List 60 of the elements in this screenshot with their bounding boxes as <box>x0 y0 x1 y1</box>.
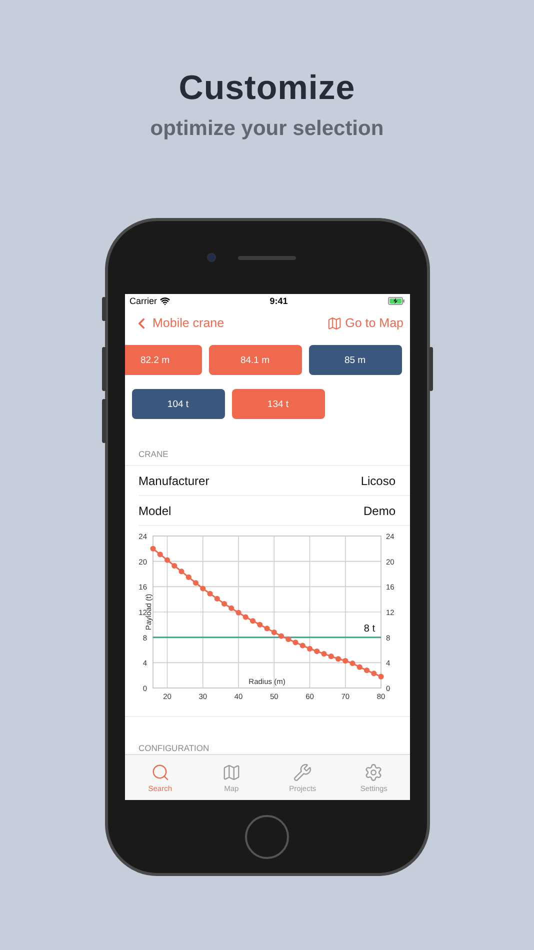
point <box>249 618 256 624</box>
point <box>256 622 262 628</box>
option-chip[interactable]: 85 m <box>308 345 402 375</box>
point <box>171 562 177 569</box>
limit-label: 8 t <box>363 623 374 634</box>
point <box>285 636 291 642</box>
option-chip[interactable]: 104 t <box>132 389 224 419</box>
point <box>200 586 206 592</box>
point <box>270 629 276 636</box>
carrier-label: Carrier <box>130 296 158 306</box>
option-chip[interactable]: 82.2 m <box>124 345 202 375</box>
point <box>314 648 320 654</box>
point <box>164 557 170 563</box>
point <box>206 590 212 596</box>
point <box>306 646 312 652</box>
point <box>185 574 191 580</box>
search-icon <box>150 762 170 782</box>
subheadline: optimize your selection <box>150 116 384 142</box>
point <box>242 614 248 620</box>
row-value: Demo <box>363 504 396 518</box>
row-value: Licoso <box>360 474 396 488</box>
wrench-icon <box>293 762 312 782</box>
point <box>356 664 362 670</box>
option-chip[interactable]: 84.1 m <box>208 345 302 375</box>
point <box>156 552 162 558</box>
point <box>342 658 348 664</box>
point <box>292 640 298 646</box>
point <box>363 667 370 674</box>
settings-icon <box>364 762 384 782</box>
battery-icon <box>388 297 404 305</box>
point <box>192 580 198 586</box>
point <box>278 633 284 639</box>
point <box>328 654 334 660</box>
section-header: CRANE <box>124 449 410 466</box>
point <box>235 610 241 616</box>
point <box>228 605 234 611</box>
point <box>150 546 156 552</box>
point <box>349 660 355 666</box>
point <box>320 651 326 657</box>
point <box>264 626 270 632</box>
speaker-grille <box>238 256 296 260</box>
home-button[interactable] <box>245 814 289 858</box>
back-link[interactable]: Mobile crane <box>132 314 224 332</box>
map-icon <box>327 316 342 330</box>
option-chip[interactable]: 134 t <box>232 389 324 419</box>
point <box>299 642 305 648</box>
map-icon <box>222 762 241 782</box>
go-to-map-link[interactable]: Go to Map <box>327 316 404 330</box>
point <box>334 656 341 662</box>
point <box>214 596 220 602</box>
clock: 9:41 <box>270 296 288 306</box>
wifi-icon <box>160 296 170 306</box>
row-label: Manufacturer <box>138 474 210 488</box>
row-label: Model <box>138 504 172 518</box>
headline: Customize <box>178 68 356 108</box>
point <box>178 568 184 574</box>
point <box>220 600 227 607</box>
camera <box>206 253 216 262</box>
point <box>378 674 384 680</box>
point <box>370 670 376 676</box>
